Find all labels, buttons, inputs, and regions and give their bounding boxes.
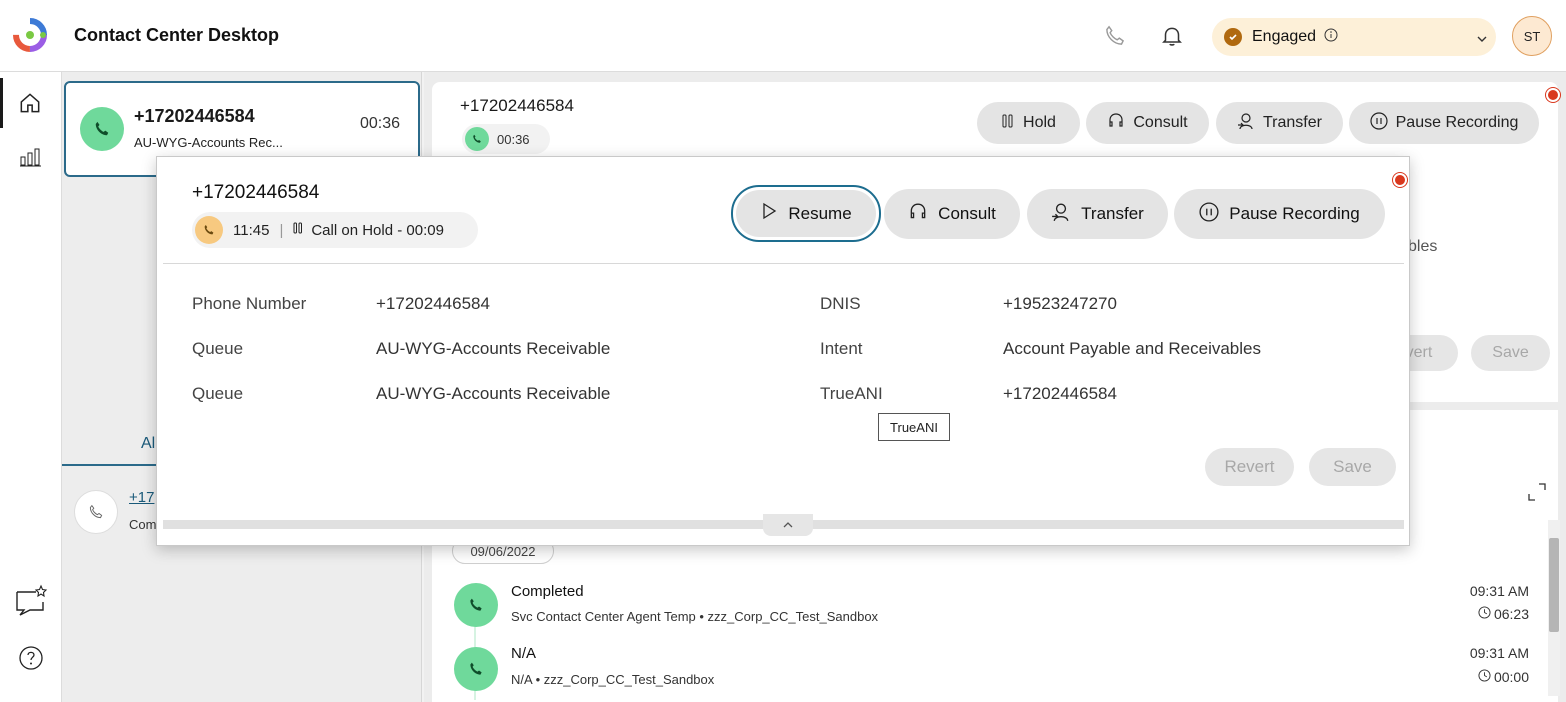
pause-icon	[1001, 113, 1015, 134]
info-icon	[1324, 28, 1338, 47]
phone-icon	[454, 647, 498, 691]
trueani-tooltip: TrueANI	[878, 413, 950, 441]
pause-recording-button[interactable]: Pause Recording	[1349, 102, 1539, 144]
consult-button[interactable]: Consult	[1086, 102, 1209, 144]
help-icon[interactable]	[18, 645, 44, 676]
pause-circle-icon	[1370, 111, 1388, 135]
history-item-time: 09:31 AM	[1469, 583, 1529, 599]
history-sub: Com	[129, 517, 157, 532]
field-label-queue: Queue	[192, 339, 244, 358]
field-value-trueani: +17202446584	[1003, 384, 1117, 403]
expand-icon[interactable]	[1526, 481, 1548, 508]
pause-circle-icon	[1199, 201, 1219, 227]
hold-status-text: Call on Hold - 00:09	[311, 221, 444, 239]
popover-consult-button[interactable]: Consult	[884, 189, 1020, 239]
popover-pause-recording-button[interactable]: Pause Recording	[1174, 189, 1385, 239]
clock-icon	[1478, 669, 1491, 685]
separator: |	[279, 221, 284, 239]
task-ani: +17202446584	[134, 106, 255, 126]
history-ani-link[interactable]: +17	[129, 489, 154, 506]
duration-text: 06:23	[1493, 606, 1529, 622]
cad-partial-text: bles	[1408, 238, 1438, 255]
history-item-detail: Svc Contact Center Agent Temp • zzz_Corp…	[511, 609, 879, 624]
status-label: Engaged	[1252, 28, 1317, 45]
phone-icon	[80, 107, 124, 151]
app-title: Contact Center Desktop	[74, 25, 280, 45]
popover-timer: 11:45	[233, 221, 270, 239]
callbar-ani: +17202446584	[460, 96, 574, 115]
hold-button[interactable]: Hold	[977, 102, 1080, 144]
phone-icon	[465, 127, 489, 151]
consult-label: Consult	[1133, 114, 1188, 131]
avatar[interactable]: ST	[1512, 16, 1552, 56]
chart-icon[interactable]	[18, 145, 44, 174]
popover-consult-label: Consult	[938, 204, 996, 223]
field-label-phone: Phone Number	[192, 294, 307, 313]
play-icon	[760, 202, 778, 225]
status-selector[interactable]: Engaged	[1212, 18, 1496, 56]
field-label-trueani: TrueANI	[820, 384, 883, 403]
recording-indicator-icon	[1546, 88, 1560, 102]
recording-indicator-icon	[1393, 173, 1407, 187]
hold-status-pill: 11:45 | Call on Hold - 00:09	[192, 212, 478, 248]
home-icon[interactable]	[0, 78, 56, 128]
transfer-button[interactable]: Transfer	[1216, 102, 1343, 144]
collapse-button[interactable]	[763, 514, 813, 536]
popover-divider	[163, 263, 1404, 264]
phone-icon[interactable]	[1101, 22, 1129, 50]
chevron-up-icon	[782, 516, 794, 534]
check-icon	[1224, 28, 1242, 46]
pause-icon	[293, 221, 303, 239]
popover-pause-recording-label: Pause Recording	[1229, 204, 1360, 223]
headset-icon	[1107, 112, 1125, 135]
history-item-time: 09:31 AM	[1469, 645, 1529, 661]
phone-icon	[195, 216, 223, 244]
field-value-dnis: +19523247270	[1003, 294, 1117, 313]
popover-transfer-label: Transfer	[1081, 204, 1144, 223]
save-label: Save	[1333, 457, 1372, 476]
popover-save-button[interactable]: Save	[1309, 448, 1396, 486]
history-item-title: Completed	[511, 583, 584, 600]
field-value-queue: AU-WYG-Accounts Receivable	[376, 384, 611, 403]
headset-icon	[908, 202, 928, 227]
tab-all[interactable]: Al	[141, 435, 155, 453]
callbar-timer: 00:36	[462, 124, 550, 154]
popover-revert-button[interactable]: Revert	[1205, 448, 1294, 486]
transfer-label: Transfer	[1263, 114, 1322, 131]
field-label-dnis: DNIS	[820, 294, 861, 313]
field-label-queue: Queue	[192, 384, 244, 403]
field-value-queue: AU-WYG-Accounts Receivable	[376, 339, 611, 358]
popover-transfer-button[interactable]: Transfer	[1027, 189, 1168, 239]
resume-button[interactable]: Resume	[731, 185, 881, 242]
phone-icon	[74, 490, 118, 534]
app-logo-icon	[12, 17, 48, 53]
transfer-icon	[1237, 112, 1255, 135]
popover-ani: +17202446584	[192, 182, 320, 203]
field-label-intent: Intent	[820, 339, 863, 358]
pause-recording-label: Pause Recording	[1395, 114, 1519, 131]
clock-icon	[1478, 606, 1491, 622]
cad-save-label: Save	[1492, 344, 1529, 361]
hold-label: Hold	[1023, 114, 1056, 131]
history-item-duration: 00:00	[1440, 669, 1529, 685]
transfer-icon	[1051, 202, 1071, 227]
callbar-timer-text: 00:36	[497, 131, 530, 147]
field-value-intent: Account Payable and Receivables	[1003, 339, 1261, 358]
duration-text: 00:00	[1493, 669, 1529, 685]
history-item-title: N/A	[511, 645, 537, 662]
field-value-phone: +17202446584	[376, 294, 490, 313]
history-item-duration: 06:23	[1440, 606, 1529, 622]
cad-save-button[interactable]: Save	[1471, 335, 1550, 371]
task-timer: 00:36	[360, 115, 401, 132]
phone-icon	[454, 583, 498, 627]
bell-icon[interactable]	[1158, 22, 1186, 50]
task-queue: AU-WYG-Accounts Rec...	[134, 135, 283, 150]
scrollbar-thumb[interactable]	[1549, 538, 1559, 632]
history-item-detail: N/A • zzz_Corp_CC_Test_Sandbox	[511, 672, 715, 687]
revert-label: Revert	[1224, 457, 1275, 476]
chat-icon[interactable]	[14, 584, 48, 621]
resume-label: Resume	[788, 203, 852, 223]
chevron-down-icon	[1476, 31, 1488, 49]
